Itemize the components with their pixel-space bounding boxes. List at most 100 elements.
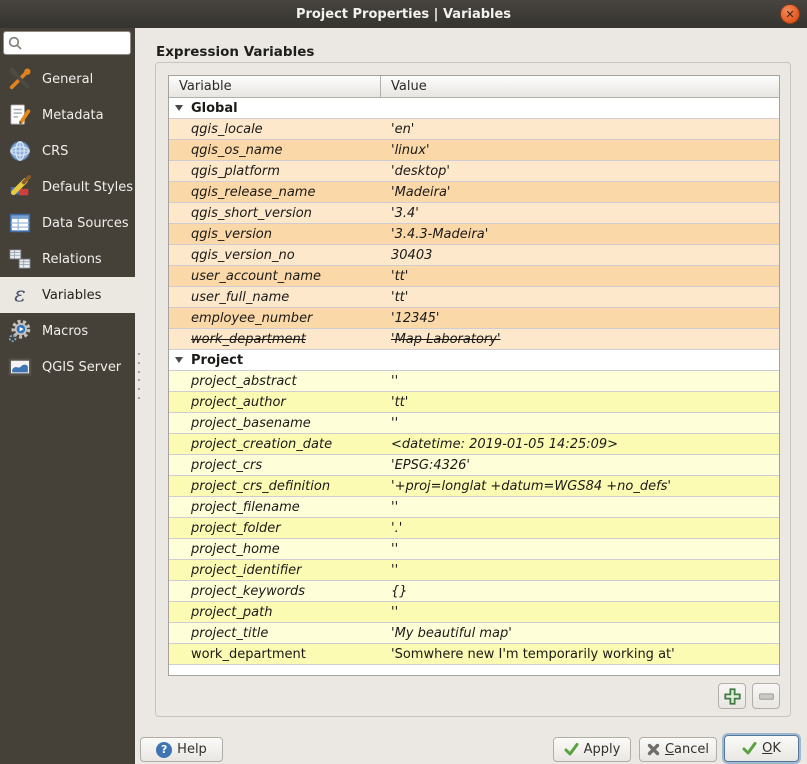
variable-name-cell[interactable]: project_crs_definition: [191, 479, 391, 494]
variable-value-cell[interactable]: 'tt': [391, 290, 779, 305]
expander-triangle-icon[interactable]: [175, 105, 183, 111]
variable-name-cell[interactable]: project_filename: [191, 500, 391, 515]
variable-name-cell[interactable]: employee_number: [191, 311, 391, 326]
table-row[interactable]: project_filename'': [169, 497, 779, 518]
variable-value-cell[interactable]: 'en': [391, 122, 779, 137]
table-row[interactable]: work_department'Map Laboratory': [169, 329, 779, 350]
variable-name-cell[interactable]: project_folder: [191, 521, 391, 536]
variable-name-cell[interactable]: project_identifier: [191, 563, 391, 578]
variable-name-cell[interactable]: work_department: [191, 647, 391, 662]
table-row[interactable]: employee_number'12345': [169, 308, 779, 329]
variable-name-cell[interactable]: project_basename: [191, 416, 391, 431]
table-row[interactable]: user_account_name'tt': [169, 266, 779, 287]
table-row[interactable]: project_title'My beautiful map': [169, 623, 779, 644]
variable-value-cell[interactable]: '': [391, 416, 779, 431]
table-row[interactable]: qgis_version'3.4.3-Madeira': [169, 224, 779, 245]
remove-variable-button[interactable]: [752, 683, 780, 709]
column-header-variable[interactable]: Variable: [169, 76, 381, 97]
table-row[interactable]: project_crs'EPSG:4326': [169, 455, 779, 476]
table-row[interactable]: qgis_short_version'3.4': [169, 203, 779, 224]
variable-name-cell[interactable]: project_title: [191, 626, 391, 641]
variable-name-cell[interactable]: qgis_release_name: [191, 185, 391, 200]
variables-table[interactable]: Variable Value Globalqgis_locale'en'qgis…: [168, 75, 780, 676]
variable-name-cell[interactable]: project_keywords: [191, 584, 391, 599]
table-row[interactable]: qgis_release_name'Madeira': [169, 182, 779, 203]
variable-name-cell[interactable]: qgis_version: [191, 227, 391, 242]
variable-value-cell[interactable]: 'Somwhere new I'm temporarily working at…: [391, 647, 779, 662]
sidebar-search[interactable]: [3, 31, 131, 55]
sidebar-item-qgis-server[interactable]: QGIS Server: [0, 349, 135, 385]
table-row[interactable]: project_author'tt': [169, 392, 779, 413]
table-row[interactable]: qgis_version_no30403: [169, 245, 779, 266]
variable-value-cell[interactable]: {}: [391, 584, 779, 599]
section-row-project[interactable]: Project: [169, 350, 779, 371]
variable-name-cell[interactable]: project_path: [191, 605, 391, 620]
table-row[interactable]: qgis_os_name'linux': [169, 140, 779, 161]
variable-value-cell[interactable]: '3.4.3-Madeira': [391, 227, 779, 242]
table-row[interactable]: project_path'': [169, 602, 779, 623]
sidebar-item-crs[interactable]: CRS: [0, 133, 135, 169]
table-row[interactable]: project_crs_definition'+proj=longlat +da…: [169, 476, 779, 497]
variable-name-cell[interactable]: work_department: [191, 332, 391, 347]
apply-button[interactable]: Apply: [553, 737, 631, 762]
variable-value-cell[interactable]: 'desktop': [391, 164, 779, 179]
sidebar-item-relations[interactable]: Relations: [0, 241, 135, 277]
splitter-handle[interactable]: [136, 353, 142, 399]
variable-name-cell[interactable]: qgis_short_version: [191, 206, 391, 221]
variable-name-cell[interactable]: project_home: [191, 542, 391, 557]
sidebar-item-variables[interactable]: ε Variables: [0, 277, 135, 313]
table-row[interactable]: qgis_platform'desktop': [169, 161, 779, 182]
sidebar-item-general[interactable]: General: [0, 61, 135, 97]
variable-value-cell[interactable]: '3.4': [391, 206, 779, 221]
sidebar-item-data-sources[interactable]: Data Sources: [0, 205, 135, 241]
variable-name-cell[interactable]: user_account_name: [191, 269, 391, 284]
variable-value-cell[interactable]: '': [391, 500, 779, 515]
variable-name-cell[interactable]: project_abstract: [191, 374, 391, 389]
table-row[interactable]: project_abstract'': [169, 371, 779, 392]
add-variable-button[interactable]: [718, 683, 746, 709]
section-row-global[interactable]: Global: [169, 98, 779, 119]
variable-value-cell[interactable]: 30403: [391, 248, 779, 263]
table-row[interactable]: work_department'Somwhere new I'm tempora…: [169, 644, 779, 665]
sidebar-item-metadata[interactable]: Metadata: [0, 97, 135, 133]
variable-value-cell[interactable]: 'EPSG:4326': [391, 458, 779, 473]
column-header-value[interactable]: Value: [381, 76, 779, 97]
variable-value-cell[interactable]: 'tt': [391, 395, 779, 410]
search-input[interactable]: [22, 33, 130, 53]
variable-value-cell[interactable]: '': [391, 542, 779, 557]
table-row[interactable]: project_folder'.': [169, 518, 779, 539]
variable-name-cell[interactable]: qgis_version_no: [191, 248, 391, 263]
variable-name-cell[interactable]: qgis_locale: [191, 122, 391, 137]
variable-value-cell[interactable]: '': [391, 605, 779, 620]
close-icon[interactable]: ✕: [780, 4, 800, 24]
table-row[interactable]: project_basename'': [169, 413, 779, 434]
table-row[interactable]: project_identifier'': [169, 560, 779, 581]
variable-value-cell[interactable]: 'Madeira': [391, 185, 779, 200]
help-button[interactable]: ? Help: [140, 737, 223, 762]
variable-name-cell[interactable]: user_full_name: [191, 290, 391, 305]
variable-name-cell[interactable]: project_author: [191, 395, 391, 410]
table-row[interactable]: user_full_name'tt': [169, 287, 779, 308]
sidebar-item-macros[interactable]: Macros: [0, 313, 135, 349]
table-row[interactable]: project_keywords{}: [169, 581, 779, 602]
table-row[interactable]: project_creation_date<datetime: 2019-01-…: [169, 434, 779, 455]
expander-triangle-icon[interactable]: [175, 357, 183, 363]
variable-value-cell[interactable]: '': [391, 374, 779, 389]
variable-value-cell[interactable]: 'tt': [391, 269, 779, 284]
table-row[interactable]: project_home'': [169, 539, 779, 560]
variable-value-cell[interactable]: 'Map Laboratory': [391, 332, 779, 347]
variable-name-cell[interactable]: qgis_os_name: [191, 143, 391, 158]
table-row[interactable]: qgis_locale'en': [169, 119, 779, 140]
variable-value-cell[interactable]: '.': [391, 521, 779, 536]
cancel-button[interactable]: Cancel: [639, 737, 717, 762]
ok-button[interactable]: OK: [724, 735, 799, 762]
variable-value-cell[interactable]: '': [391, 563, 779, 578]
variable-value-cell[interactable]: <datetime: 2019-01-05 14:25:09>: [391, 437, 779, 452]
variable-value-cell[interactable]: 'My beautiful map': [391, 626, 779, 641]
variable-value-cell[interactable]: '+proj=longlat +datum=WGS84 +no_defs': [391, 479, 779, 494]
variable-value-cell[interactable]: 'linux': [391, 143, 779, 158]
variable-value-cell[interactable]: '12345': [391, 311, 779, 326]
variable-name-cell[interactable]: project_creation_date: [191, 437, 391, 452]
variable-name-cell[interactable]: qgis_platform: [191, 164, 391, 179]
variable-name-cell[interactable]: project_crs: [191, 458, 391, 473]
